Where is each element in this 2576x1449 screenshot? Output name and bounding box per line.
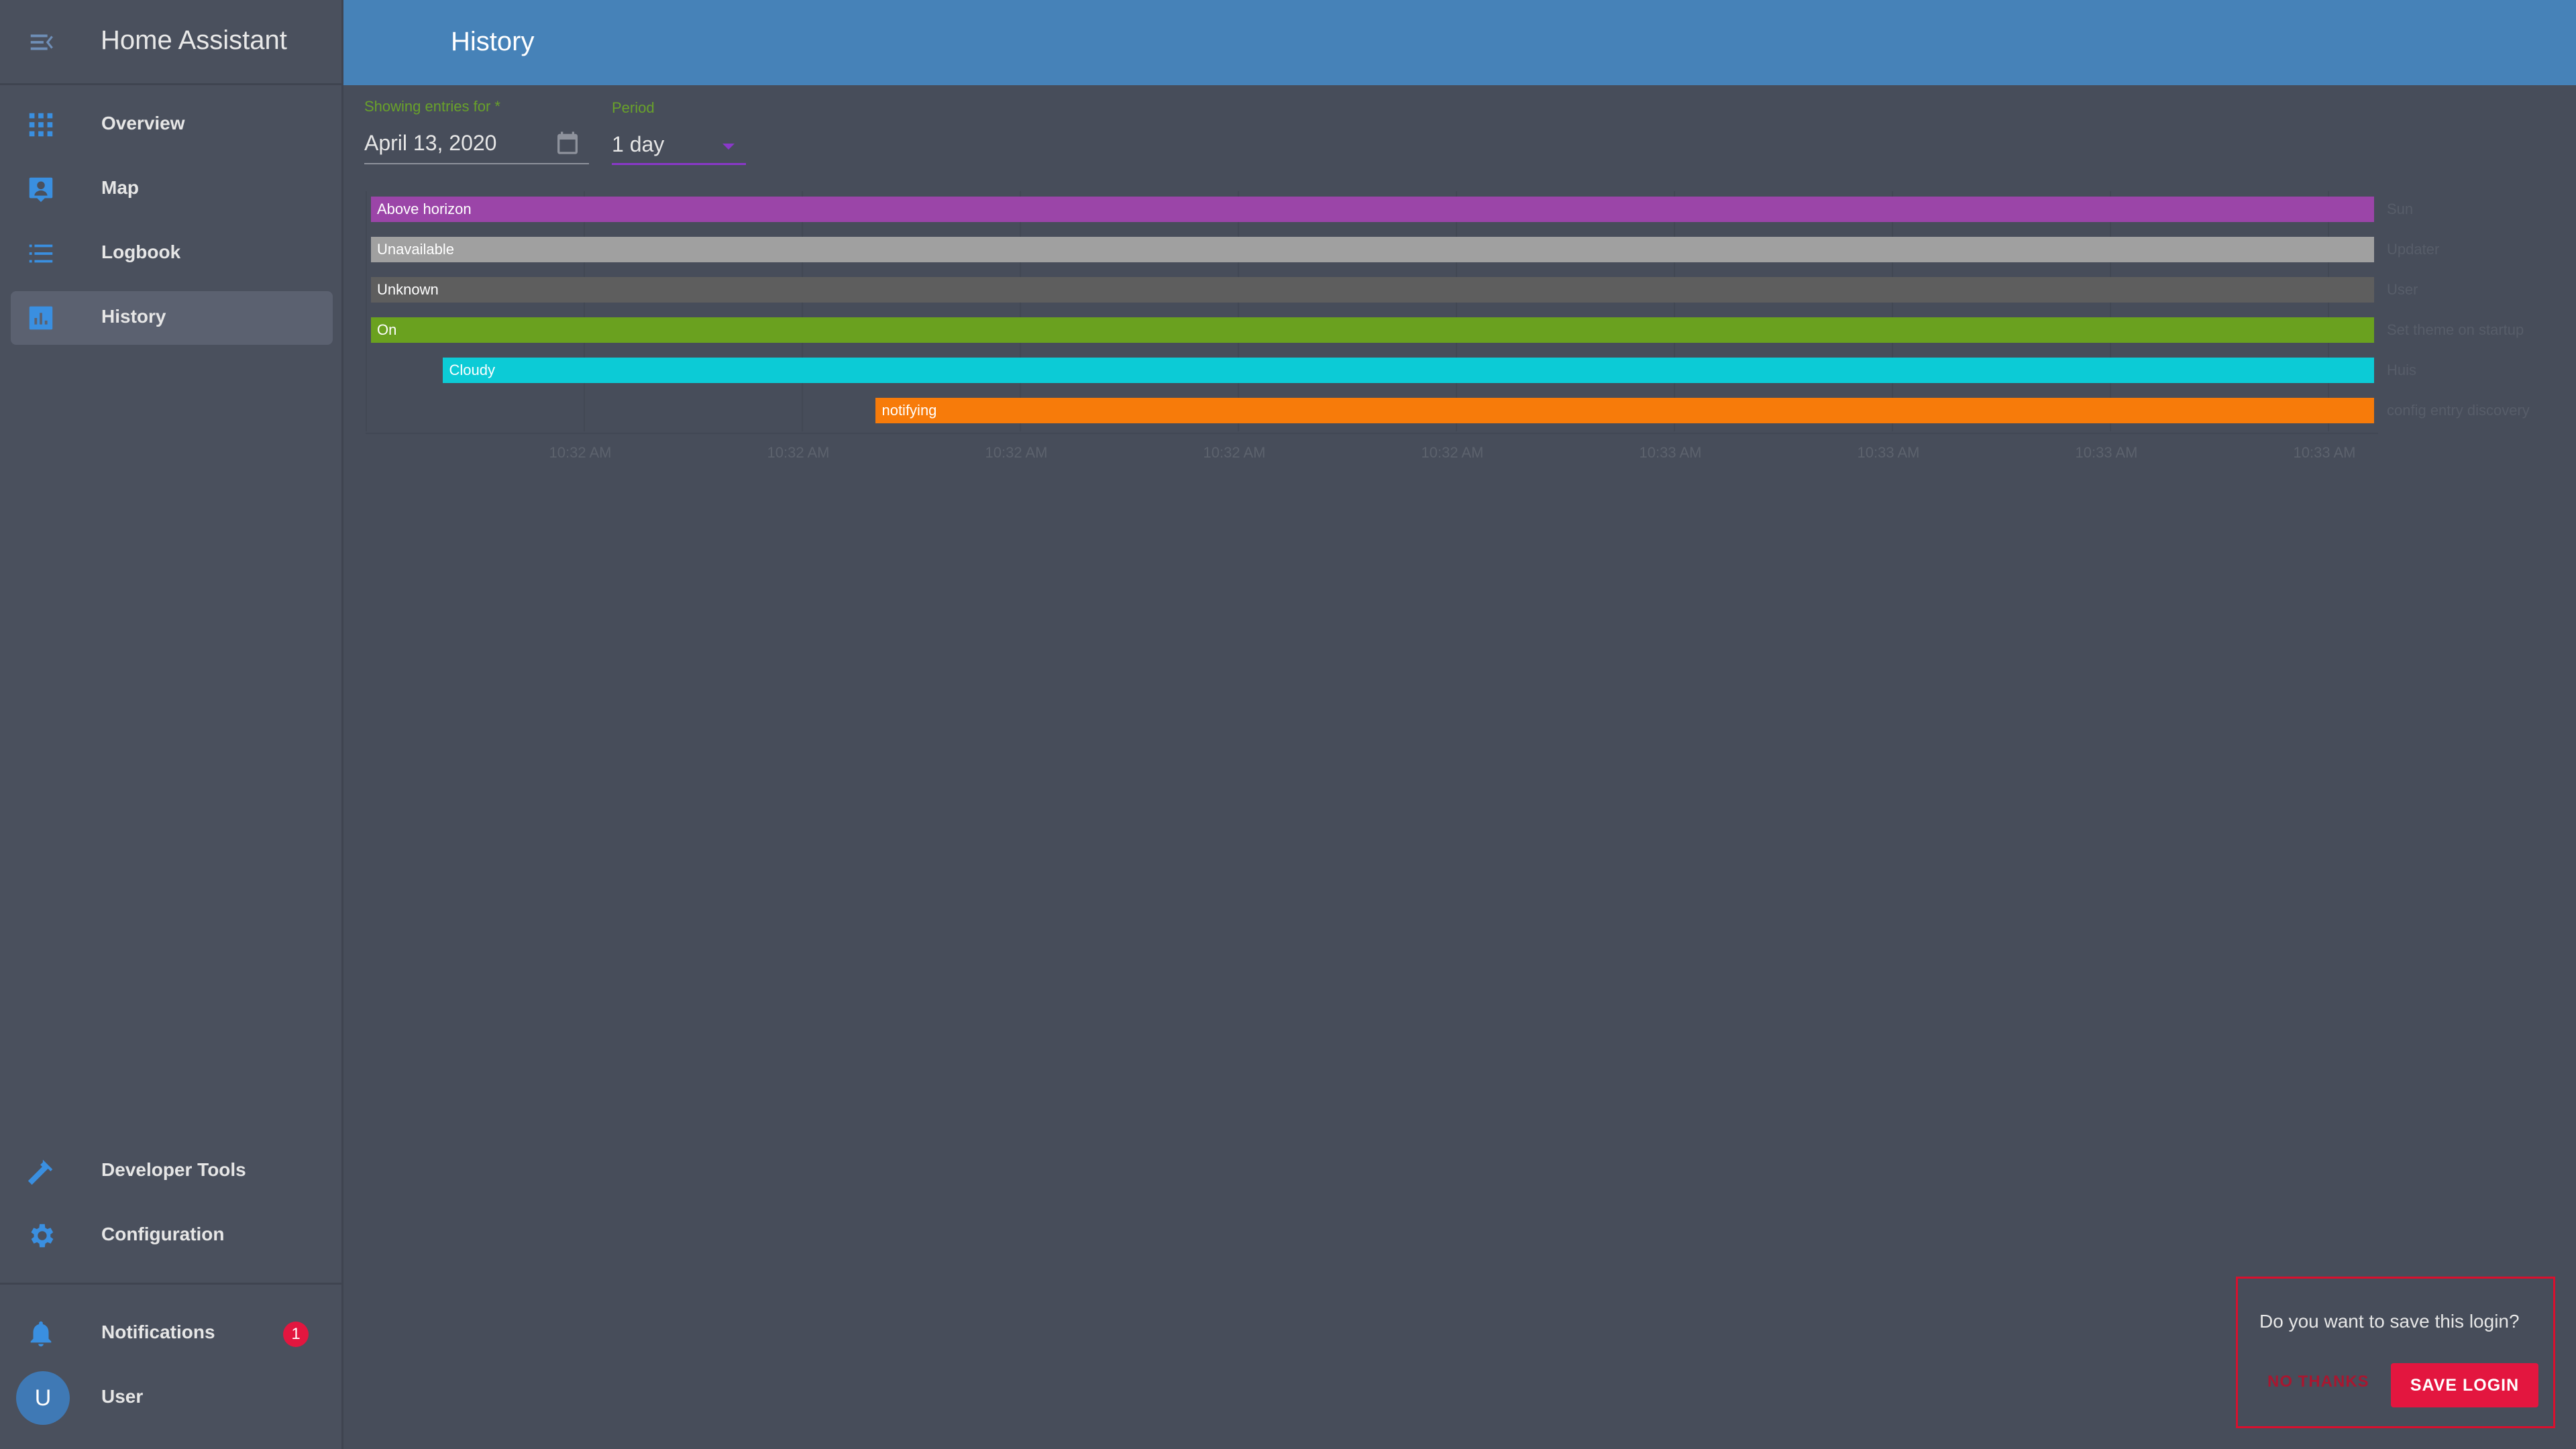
x-tick-label: 10:32 AM xyxy=(549,444,612,461)
notification-count-badge: 1 xyxy=(283,1322,309,1347)
timeline-bar[interactable]: Above horizon xyxy=(371,197,2374,222)
timeline-entity-label: User xyxy=(2387,281,2418,298)
x-tick-label: 10:33 AM xyxy=(1639,444,1702,461)
page-title: History xyxy=(451,27,535,56)
period-field-label: Period xyxy=(612,99,655,116)
date-input-underline xyxy=(364,163,589,164)
hammer-icon xyxy=(28,1159,53,1185)
timeline-bar[interactable]: notifying xyxy=(875,398,2374,423)
sidebar-item-developer-tools[interactable]: Developer Tools xyxy=(11,1144,333,1198)
gridline xyxy=(584,191,585,431)
avatar: U xyxy=(16,1371,70,1425)
app-title: Home Assistant xyxy=(101,25,287,55)
sidebar: Home Assistant Overview Map Logbook Hist… xyxy=(0,0,343,1449)
gridline xyxy=(1674,191,1675,431)
history-timeline-chart: Above horizon Sun Unavailable Updater Unknow… xyxy=(366,191,2576,473)
top-app-bar: History xyxy=(343,0,2576,85)
timeline-entity-label: Huis xyxy=(2387,362,2417,378)
timeline-entity-label: Updater xyxy=(2387,241,2440,258)
sidebar-item-label: History xyxy=(101,306,166,327)
x-tick-label: 10:32 AM xyxy=(1203,444,1266,461)
x-tick-label: 10:33 AM xyxy=(2075,444,2138,461)
timeline-bar[interactable]: Unavailable xyxy=(371,237,2374,262)
gridline xyxy=(2328,191,2329,431)
sidebar-item-label: Configuration xyxy=(101,1224,225,1244)
gridline xyxy=(2110,191,2111,431)
sidebar-item-label: Overview xyxy=(101,113,185,133)
map-icon xyxy=(29,177,53,203)
period-select[interactable]: 1 day xyxy=(612,132,664,157)
sidebar-item-user[interactable]: U User xyxy=(11,1371,333,1425)
gridline xyxy=(1456,191,1457,431)
dialog-question: Do you want to save this login? xyxy=(2259,1311,2520,1332)
sidebar-item-logbook[interactable]: Logbook xyxy=(11,227,333,280)
timeline-bar[interactable]: Cloudy xyxy=(443,358,2374,383)
timeline-entity-label: config entry discovery xyxy=(2387,402,2530,419)
gridline xyxy=(366,191,367,431)
chevron-down-icon[interactable] xyxy=(722,144,735,150)
save-login-dialog: Do you want to save this login? NO THANK… xyxy=(2236,1277,2555,1428)
timeline-entity-label: Set theme on startup xyxy=(2387,321,2524,338)
sidebar-divider xyxy=(0,1283,343,1285)
date-field-label: Showing entries for * xyxy=(364,98,500,115)
save-login-button[interactable]: SAVE LOGIN xyxy=(2391,1363,2538,1407)
list-icon xyxy=(29,244,53,263)
axis-line xyxy=(366,433,2378,434)
sidebar-item-label: Logbook xyxy=(101,241,181,262)
sidebar-item-label: User xyxy=(101,1386,144,1407)
x-tick-label: 10:32 AM xyxy=(1421,444,1484,461)
date-input[interactable]: April 13, 2020 xyxy=(364,131,496,156)
gridline xyxy=(802,191,803,431)
timeline-bar[interactable]: On xyxy=(371,317,2374,343)
menu-collapse-icon[interactable] xyxy=(27,27,58,58)
x-tick-label: 10:33 AM xyxy=(1857,444,1920,461)
sidebar-item-overview[interactable]: Overview xyxy=(11,98,333,152)
gear-icon xyxy=(31,1224,54,1248)
sidebar-item-history[interactable]: History xyxy=(11,291,333,345)
gridline xyxy=(1238,191,1239,431)
x-tick-label: 10:32 AM xyxy=(767,444,830,461)
gridline xyxy=(1020,191,1021,431)
gridline xyxy=(1892,191,1893,431)
x-tick-label: 10:33 AM xyxy=(2293,444,2356,461)
sidebar-item-label: Map xyxy=(101,177,139,198)
no-thanks-button[interactable]: NO THANKS xyxy=(2267,1373,2369,1391)
chart-icon xyxy=(29,306,53,330)
timeline-entity-label: Sun xyxy=(2387,201,2414,217)
timeline-bar[interactable]: Unknown xyxy=(371,277,2374,303)
period-select-underline xyxy=(612,163,746,165)
sidebar-header: Home Assistant xyxy=(0,0,343,85)
calendar-icon[interactable] xyxy=(554,129,581,156)
sidebar-item-notifications[interactable]: Notifications 1 xyxy=(11,1307,333,1360)
grid-icon xyxy=(29,113,53,137)
sidebar-item-configuration[interactable]: Configuration xyxy=(11,1209,333,1263)
x-tick-label: 10:32 AM xyxy=(985,444,1048,461)
bell-icon xyxy=(30,1321,52,1347)
sidebar-item-label: Developer Tools xyxy=(101,1159,246,1180)
sidebar-item-map[interactable]: Map xyxy=(11,162,333,216)
sidebar-item-label: Notifications xyxy=(101,1322,215,1342)
